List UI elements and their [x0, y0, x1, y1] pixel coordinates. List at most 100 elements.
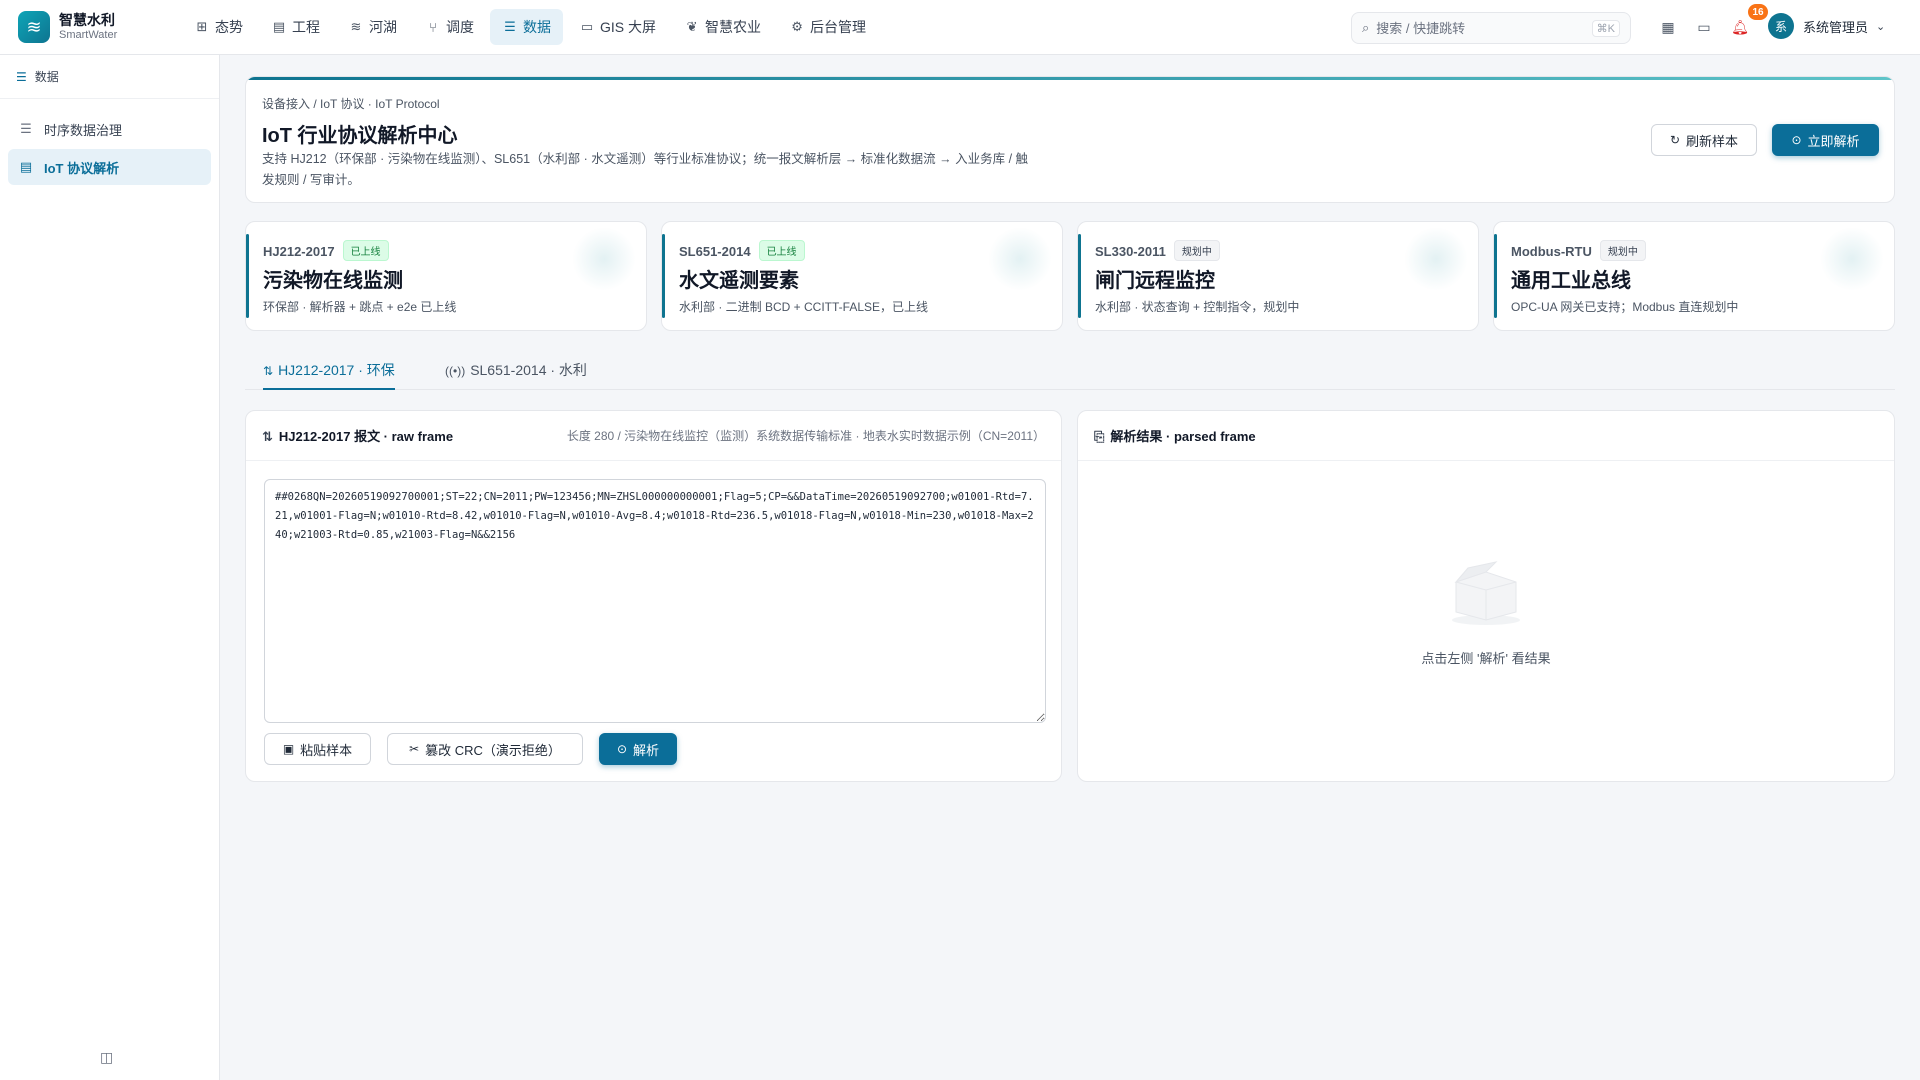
page-description: 支持 HJ212（环保部 · 污染物在线监测）、SL651（水利部 · 水文遥测…	[262, 152, 1029, 187]
protocol-subtitle: 水利部 · 二进制 BCD + CCITT-FALSE，已上线	[679, 300, 929, 314]
global-search[interactable]: ⌕ ⌘K	[1351, 12, 1631, 44]
nav-item-agriculture[interactable]: ❦ 智慧农业	[672, 9, 773, 45]
monitor-icon: ▭	[580, 19, 594, 34]
nav-item-label: GIS 大屏	[600, 19, 657, 35]
main-nav: ⊞ 态势 ▤ 工程 ≋ 河湖 ⑂ 调度 ☰ 数据 ▭ GIS 大屏 ❦ 智慧农业 ⚙ 后台管理	[182, 0, 882, 55]
search-input[interactable]	[1376, 20, 1592, 36]
pulse-icon: ⇅	[262, 429, 273, 444]
status-badge: 已上线	[758, 240, 805, 261]
protocol-title: 通用工业总线	[1511, 270, 1631, 292]
parse-now-button[interactable]: ⊙ 立即解析	[1772, 124, 1879, 156]
sidebar-section-header: ☰ 数据	[0, 55, 219, 99]
tab-hj212[interactable]: ⇅ HJ212-2017 · 环保	[263, 360, 395, 390]
tamper-crc-label: 篡改 CRC（演示拒绝）	[425, 742, 561, 758]
clipboard-icon: ▣	[282, 742, 295, 756]
page-title: IoT 行业协议解析中心	[262, 125, 458, 147]
database-icon: ☰	[16, 69, 27, 84]
protocol-card-modbus[interactable]: Modbus-RTU 规划中 通用工业总线 OPC-UA 网关已支持；Modbus…	[1493, 221, 1895, 331]
protocol-card-sl330[interactable]: SL330-2011 规划中 闸门远程监控 水利部 · 状态查询 + 控制指令，规…	[1077, 221, 1479, 331]
paste-sample-label: 粘贴样本	[300, 742, 353, 758]
sidebar-item-label: 时序数据治理	[44, 122, 123, 138]
brand[interactable]: ≋ 智慧水利 SmartWater	[18, 11, 168, 43]
nav-item-rivers[interactable]: ≋ 河湖	[336, 9, 409, 45]
raw-frame-title: ⇅ HJ212-2017 报文 · raw frame	[262, 426, 453, 445]
nav-item-label: 智慧农业	[705, 19, 762, 35]
tab-label: HJ212-2017 · 环保	[278, 362, 395, 378]
tamper-crc-button[interactable]: ✂ 篡改 CRC（演示拒绝）	[387, 733, 583, 765]
protocol-title: 水文遥测要素	[679, 270, 799, 292]
status-badge: 规划中	[1173, 240, 1220, 261]
card-accent-bar	[662, 234, 665, 318]
brand-title: 智慧水利	[59, 12, 115, 29]
protocol-title: 污染物在线监测	[263, 270, 403, 292]
nav-item-admin[interactable]: ⚙ 后台管理	[777, 9, 878, 45]
pulse-icon: ⇅	[263, 364, 274, 378]
sidebar-item-timeseries[interactable]: ☰ 时序数据治理	[8, 111, 211, 147]
status-badge: 已上线	[342, 240, 389, 261]
nav-item-label: 调度	[446, 19, 474, 35]
card-decoration	[572, 227, 636, 291]
card-decoration	[1820, 227, 1884, 291]
water-waves-icon: ≋	[18, 11, 50, 43]
sidebar-item-iot-protocol[interactable]: ▤ IoT 协议解析	[8, 149, 211, 185]
nav-item-label: 数据	[523, 19, 551, 35]
card-decoration	[988, 227, 1052, 291]
nav-item-gis[interactable]: ▭ GIS 大屏	[567, 9, 668, 45]
nav-item-label: 工程	[292, 19, 320, 35]
building-icon: ▤	[272, 19, 286, 34]
status-badge: 规划中	[1599, 240, 1646, 261]
empty-state-text: 点击左侧 '解析' 看结果	[1421, 650, 1551, 666]
raw-frame-panel-header: ⇅ HJ212-2017 报文 · raw frame 长度 280 / 污染物在…	[246, 411, 1061, 461]
protocol-code-text: Modbus-RTU	[1511, 244, 1592, 259]
tab-sl651[interactable]: ((•)) SL651-2014 · 水利	[445, 360, 587, 390]
protocol-card-sl651[interactable]: SL651-2014 已上线 水文遥测要素 水利部 · 二进制 BCD + CCI…	[661, 221, 1063, 331]
protocol-subtitle: OPC-UA 网关已支持；Modbus 直连规划中	[1511, 300, 1739, 314]
nav-item-data[interactable]: ☰ 数据	[490, 9, 563, 45]
protocol-code: Modbus-RTU 规划中	[1511, 240, 1646, 261]
top-bar: ≋ 智慧水利 SmartWater ⊞ 态势 ▤ 工程 ≋ 河湖 ⑂ 调度 ☰ 数据 ▭ G…	[0, 0, 1920, 55]
card-accent-bar	[246, 234, 249, 318]
protocol-subtitle: 环保部 · 解析器 + 跳点 + e2e 已上线	[263, 300, 457, 314]
avatar: 系	[1768, 13, 1794, 39]
user-menu[interactable]: 系 系统管理员 ⌄	[1768, 13, 1885, 39]
header-accent-line	[246, 77, 1894, 80]
sidebar-collapse-icon[interactable]: ◫	[100, 1049, 113, 1066]
monitor-icon[interactable]: ▭	[1693, 16, 1715, 38]
calendar-icon[interactable]: ▦	[1657, 16, 1679, 38]
protocol-tabs: ⇅ HJ212-2017 · 环保 ((•)) SL651-2014 · 水利	[245, 354, 1895, 390]
breadcrumb: 设备接入 / IoT 协议 · IoT Protocol	[262, 97, 440, 111]
protocol-title: 闸门远程监控	[1095, 270, 1215, 292]
shortcut-hint: ⌘K	[1591, 19, 1620, 37]
nav-item-label: 后台管理	[810, 19, 867, 35]
tab-label: SL651-2014 · 水利	[470, 362, 587, 378]
wand-icon: ✂	[409, 742, 420, 756]
branch-icon: ⑂	[429, 19, 437, 35]
parsed-result-title-text: 解析结果 · parsed frame	[1110, 429, 1256, 444]
play-circle-icon: ⊙	[616, 742, 628, 756]
nav-item-dispatch[interactable]: ⑂ 调度	[413, 9, 486, 45]
parse-button[interactable]: ⊙ 解析	[599, 733, 677, 765]
nav-item-situation[interactable]: ⊞ 态势	[182, 9, 255, 45]
raw-frame-textarea[interactable]	[264, 479, 1046, 723]
paste-sample-button[interactable]: ▣ 粘贴样本	[264, 733, 371, 765]
bell-icon[interactable]: 🔔︎	[1729, 16, 1751, 38]
refresh-icon: ↻	[1669, 133, 1681, 147]
raw-frame-actions: ▣ 粘贴样本 ✂ 篡改 CRC（演示拒绝） ⊙ 解析	[264, 733, 677, 765]
protocol-code: SL651-2014 已上线	[679, 240, 805, 261]
parse-label: 解析	[633, 742, 660, 758]
nav-item-project[interactable]: ▤ 工程	[259, 9, 332, 45]
server-icon: ▤	[19, 159, 33, 174]
settings-icon: ⚙	[791, 19, 803, 34]
sprout-icon: ❦	[686, 19, 698, 34]
nav-item-label: 河湖	[369, 19, 397, 35]
protocol-card-hj212[interactable]: HJ212-2017 已上线 污染物在线监测 环保部 · 解析器 + 跳点 + e…	[245, 221, 647, 331]
search-icon: ⌕	[1362, 20, 1370, 35]
page-header-card: 设备接入 / IoT 协议 · IoT Protocol IoT 行业协议解析中…	[245, 76, 1895, 203]
database-icon: ☰	[504, 19, 516, 34]
document-icon: ⎘	[1094, 429, 1105, 444]
refresh-sample-button[interactable]: ↻ 刷新样本	[1651, 124, 1757, 156]
sidebar-item-label: IoT 协议解析	[44, 160, 120, 176]
protocol-code-text: SL651-2014	[679, 244, 751, 259]
parsed-result-panel: ⎘ 解析结果 · parsed frame 点击左侧 '解析' 看结果	[1077, 410, 1895, 782]
sidebar: ☰ 数据 ☰ 时序数据治理 ▤ IoT 协议解析 ◫	[0, 55, 220, 1080]
